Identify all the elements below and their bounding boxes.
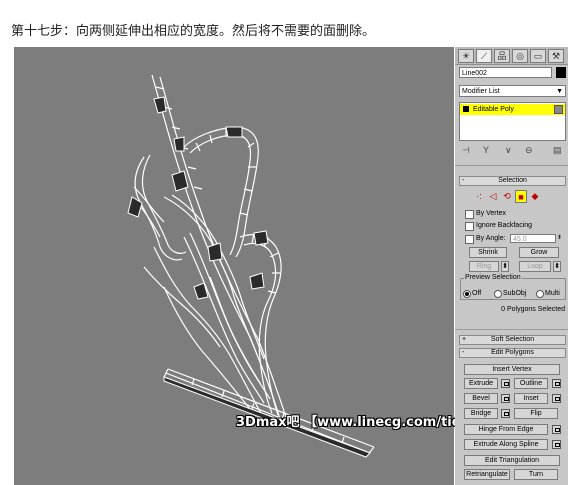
- extrude-settings-icon[interactable]: [501, 379, 510, 388]
- sun-icon: ☀: [461, 51, 471, 61]
- collapse-icon: -: [462, 177, 465, 184]
- hierarchy-tab[interactable]: 品: [494, 49, 510, 63]
- loop-spinner[interactable]: ⬍: [553, 261, 561, 272]
- selection-rollout-title: Selection: [498, 177, 527, 184]
- outline-settings-icon[interactable]: [552, 379, 561, 388]
- hinge-from-edge-button[interactable]: Hinge From Edge: [464, 424, 548, 435]
- modifier-list-dropdown[interactable]: Modifier List ▼: [459, 85, 566, 97]
- divider: [455, 329, 568, 330]
- retriangulate-button[interactable]: Retriangulate: [464, 469, 510, 480]
- modifier-list-label: Modifier List: [462, 88, 500, 95]
- outline-button[interactable]: Outline: [514, 378, 548, 389]
- extrude-spline-settings-icon[interactable]: [552, 440, 561, 449]
- stack-config-icon[interactable]: [554, 105, 563, 114]
- collapse-icon: -: [462, 349, 465, 356]
- inset-settings-icon[interactable]: [552, 394, 561, 403]
- utilities-tab[interactable]: ⚒: [548, 49, 564, 63]
- loop-button[interactable]: Loop: [519, 261, 551, 272]
- grow-button[interactable]: Grow: [519, 247, 559, 258]
- edit-polygons-rollout-title: Edit Polygons: [491, 349, 534, 356]
- bevel-settings-icon[interactable]: [501, 394, 510, 403]
- remove-modifier-icon[interactable]: ⊖: [525, 145, 533, 156]
- edit-polygons-rollout-header[interactable]: - Edit Polygons: [459, 348, 566, 358]
- turn-button[interactable]: Turn: [514, 469, 558, 480]
- object-color-swatch[interactable]: [556, 67, 566, 78]
- motion-tab[interactable]: ◎: [512, 49, 528, 63]
- angle-input[interactable]: 45.0: [510, 234, 556, 243]
- configure-sets-icon[interactable]: ▤: [553, 145, 562, 156]
- object-name-field[interactable]: Line002: [459, 67, 552, 78]
- edge-icon[interactable]: ◁: [487, 190, 499, 203]
- divider: [455, 165, 568, 166]
- modify-icon: ⟋: [480, 51, 488, 61]
- display-icon: ▭: [533, 51, 543, 61]
- pin-stack-icon[interactable]: ⊣: [462, 145, 470, 156]
- step-caption: 第十七步：向两侧延伸出相应的宽度。然后将不需要的面删除。: [11, 24, 376, 39]
- motion-icon: ◎: [516, 51, 524, 61]
- subobject-level-buttons: ·: ◁ ⟲ ■ ◆: [465, 190, 565, 204]
- ignore-backfacing-checkbox[interactable]: Ignore Backfacing: [465, 221, 565, 231]
- selection-rollout-header[interactable]: - Selection: [459, 176, 566, 186]
- make-unique-icon[interactable]: ∨: [505, 145, 512, 156]
- insert-vertex-button[interactable]: Insert Vertex: [464, 364, 560, 375]
- preview-selection-group: Preview Selection Off SubObj Multi: [460, 274, 566, 300]
- preview-selection-title: Preview Selection: [464, 274, 522, 281]
- hierarchy-icon: 品: [497, 51, 507, 61]
- bridge-button[interactable]: Bridge: [464, 408, 498, 419]
- by-vertex-checkbox[interactable]: By Vertex: [465, 209, 565, 219]
- soft-selection-rollout-title: Soft Selection: [490, 336, 535, 343]
- soft-selection-rollout-header[interactable]: + Soft Selection: [459, 335, 566, 345]
- ring-button[interactable]: Ring: [469, 261, 499, 272]
- selection-status: 0 Polygons Selected: [501, 306, 565, 313]
- edit-triangulation-button[interactable]: Edit Triangulation: [464, 455, 560, 466]
- show-end-result-icon[interactable]: Y: [483, 145, 489, 155]
- bevel-button[interactable]: Bevel: [464, 393, 498, 404]
- modifier-stack[interactable]: Editable Poly: [459, 102, 566, 141]
- angle-spinner[interactable]: ⬍: [557, 234, 562, 241]
- extrude-button[interactable]: Extrude: [464, 378, 498, 389]
- border-icon[interactable]: ⟲: [501, 190, 513, 203]
- bridge-settings-icon[interactable]: [501, 409, 510, 418]
- extrude-along-spline-button[interactable]: Extrude Along Spline: [464, 439, 548, 450]
- stack-item-label: Editable Poly: [473, 106, 514, 113]
- flip-button[interactable]: Flip: [514, 408, 558, 419]
- vertex-icon[interactable]: ·:: [473, 190, 485, 203]
- ring-spinner[interactable]: ⬍: [501, 261, 509, 272]
- command-panel: ☀ ⟋ 品 ◎ ▭ ⚒ Line002 Modifier List ▼ Edit…: [455, 47, 568, 485]
- stack-item-editable-poly[interactable]: Editable Poly: [460, 104, 565, 115]
- utilities-icon: ⚒: [551, 51, 561, 61]
- hinge-settings-icon[interactable]: [552, 425, 561, 434]
- lightbulb-icon[interactable]: [463, 106, 469, 112]
- element-icon[interactable]: ◆: [529, 190, 541, 203]
- display-tab[interactable]: ▭: [530, 49, 546, 63]
- inset-button[interactable]: Inset: [514, 393, 548, 404]
- command-tabs: ☀ ⟋ 品 ◎ ▭ ⚒: [455, 47, 568, 65]
- chevron-down-icon: ▼: [556, 88, 563, 95]
- polygon-icon[interactable]: ■: [515, 190, 527, 203]
- expand-icon: +: [462, 336, 467, 343]
- stack-toolbar: ⊣ Y ∨ ⊖ ▤: [459, 145, 566, 159]
- modify-tab[interactable]: ⟋: [476, 49, 492, 63]
- shrink-button[interactable]: Shrink: [469, 247, 507, 258]
- create-tab[interactable]: ☀: [458, 49, 474, 63]
